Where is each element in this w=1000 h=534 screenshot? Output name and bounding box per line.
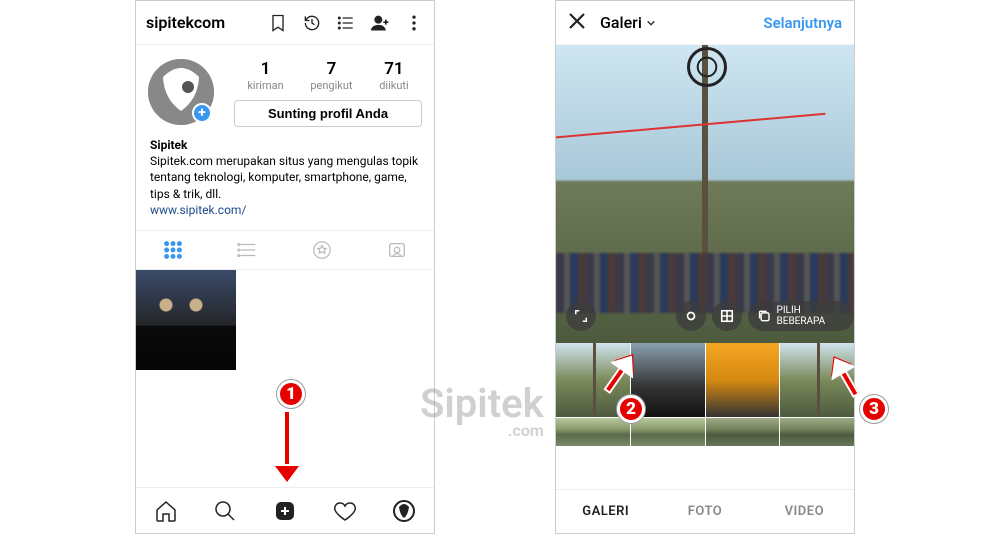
profile-stats: 1 kiriman 7 pengikut 71 diikuti Sunting … bbox=[214, 59, 422, 127]
nav-profile[interactable] bbox=[374, 488, 434, 533]
gallery-dropdown[interactable]: Galeri bbox=[600, 13, 656, 32]
profile-bio: Sipitek Sipitek.com merupakan situs yang… bbox=[136, 127, 434, 230]
nav-home[interactable] bbox=[136, 488, 196, 533]
picker-title: Galeri bbox=[600, 13, 642, 32]
history-icon[interactable] bbox=[302, 13, 322, 33]
username: sipitekcom bbox=[146, 13, 225, 32]
next-button[interactable]: Selanjutnya bbox=[763, 14, 842, 32]
feed-thumbnail[interactable] bbox=[136, 270, 236, 370]
avatar[interactable]: + bbox=[148, 59, 214, 125]
username-dropdown[interactable]: sipitekcom bbox=[146, 13, 229, 32]
layout-button[interactable] bbox=[712, 301, 742, 331]
image-preview[interactable]: PILIH BEBERAPA bbox=[556, 45, 854, 343]
profile-view-tabs bbox=[136, 230, 434, 270]
gallery-thumb[interactable] bbox=[706, 343, 780, 417]
boomerang-button[interactable] bbox=[676, 301, 706, 331]
stat-following[interactable]: 71 diikuti bbox=[379, 59, 408, 92]
callout-3: 3 bbox=[860, 395, 888, 423]
select-multiple-label: PILIH BEBERAPA bbox=[777, 305, 844, 327]
bookmark-icon[interactable] bbox=[268, 13, 288, 33]
bio-name: Sipitek bbox=[150, 137, 420, 153]
callout-1: 1 bbox=[277, 380, 305, 408]
callout-2: 2 bbox=[617, 395, 645, 423]
list-icon[interactable] bbox=[336, 13, 356, 33]
kebab-menu-icon[interactable] bbox=[404, 13, 424, 33]
picker-bottom-tabs: GALERI FOTO VIDEO bbox=[556, 489, 854, 533]
select-multiple-button[interactable]: PILIH BEBERAPA bbox=[748, 301, 854, 331]
stat-followers[interactable]: 7 pengikut bbox=[310, 59, 352, 92]
profile-header: sipitekcom bbox=[136, 1, 434, 45]
gallery-thumb[interactable] bbox=[780, 418, 854, 446]
stat-posts[interactable]: 1 kiriman bbox=[247, 59, 283, 92]
tab-list[interactable] bbox=[211, 231, 286, 269]
edit-profile-button[interactable]: Sunting profil Anda bbox=[234, 100, 422, 127]
add-story-plus-icon[interactable]: + bbox=[192, 103, 212, 123]
tab-gallery[interactable]: GALERI bbox=[556, 490, 655, 533]
expand-button[interactable] bbox=[566, 301, 596, 331]
bottom-nav bbox=[136, 487, 434, 533]
gallery-thumb[interactable] bbox=[556, 418, 630, 446]
gallery-thumb[interactable] bbox=[706, 418, 780, 446]
gallery-picker-screen: Galeri Selanjutnya PILIH BEBERAPA GALER bbox=[555, 0, 855, 534]
watermark: Sipitek.com bbox=[420, 380, 544, 440]
tab-photo[interactable]: FOTO bbox=[655, 490, 754, 533]
chevron-down-icon bbox=[646, 18, 656, 28]
nav-new-post[interactable] bbox=[255, 488, 315, 533]
close-button[interactable] bbox=[568, 12, 586, 34]
profile-stats-row: + 1 kiriman 7 pengikut 71 diikuti Suntin… bbox=[136, 45, 434, 127]
bio-text: Sipitek.com merupakan situs yang mengula… bbox=[150, 153, 420, 202]
nav-search[interactable] bbox=[196, 488, 256, 533]
gallery-grid bbox=[556, 343, 854, 489]
picker-header: Galeri Selanjutnya bbox=[556, 1, 854, 45]
add-person-icon[interactable] bbox=[370, 13, 390, 33]
bio-link[interactable]: www.sipitek.com/ bbox=[150, 202, 420, 218]
gallery-thumb[interactable] bbox=[631, 418, 705, 446]
nav-activity[interactable] bbox=[315, 488, 375, 533]
tab-tagged[interactable] bbox=[360, 231, 435, 269]
tab-grid[interactable] bbox=[136, 231, 211, 269]
tab-video[interactable]: VIDEO bbox=[755, 490, 854, 533]
tab-saved[interactable] bbox=[285, 231, 360, 269]
stack-icon bbox=[758, 309, 771, 323]
arrow-1 bbox=[283, 410, 299, 482]
